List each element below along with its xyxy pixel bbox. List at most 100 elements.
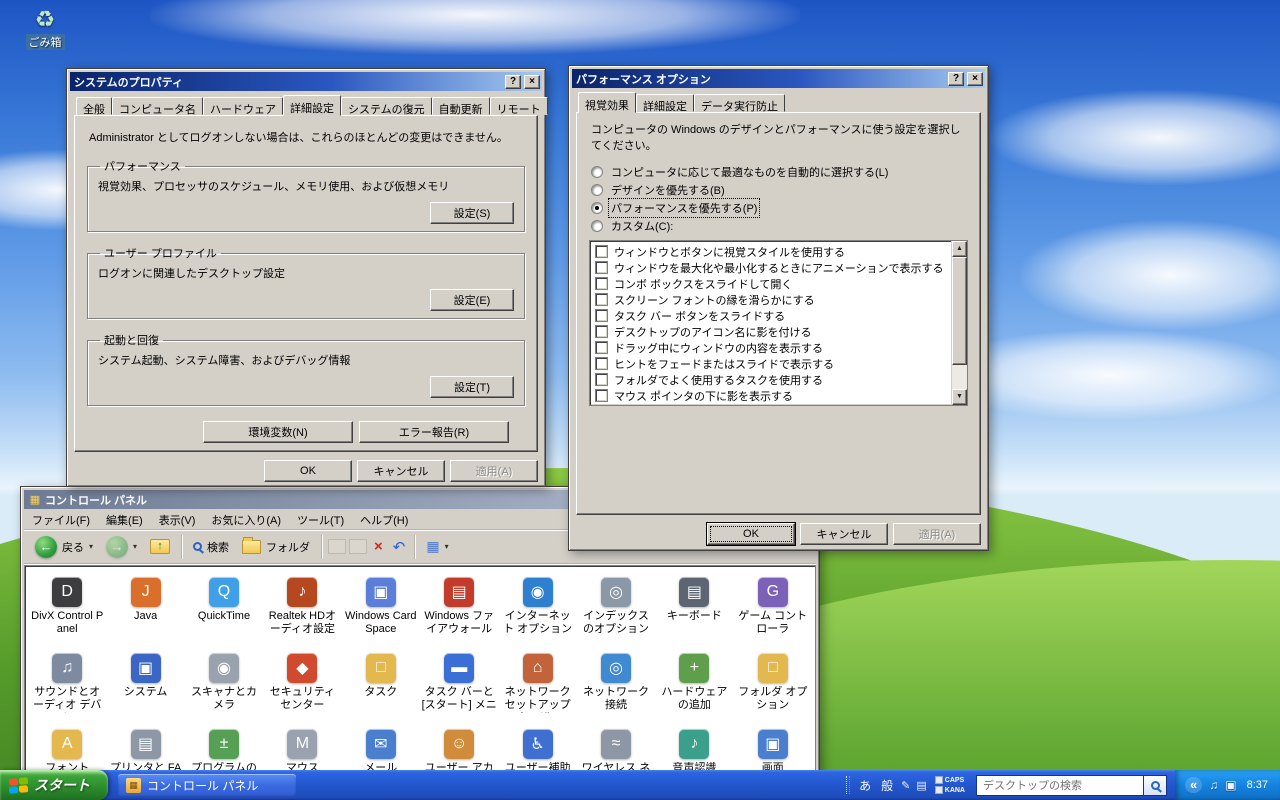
radio-option-0[interactable]: コンピュータに応じて最適なものを自動的に選択する(L) (589, 163, 968, 181)
perf-tab-2[interactable]: データ実行防止 (694, 94, 785, 113)
cp-item-indexing-options[interactable]: ◎ インデックスのオプション (577, 571, 655, 647)
cp-item-add-remove-programs[interactable]: ±プログラムの追 (185, 723, 263, 773)
checkbox-icon[interactable] (595, 309, 608, 323)
effect-item-4[interactable]: タスク バー ボタンをスライドする (590, 308, 951, 324)
effect-item-7[interactable]: ヒントをフェードまたはスライドで表示する (590, 356, 951, 372)
taskbar-task-control-panel[interactable]: ▦ コントロール パネル (118, 773, 296, 797)
effect-item-8[interactable]: フォルダでよく使用するタスクを使用する (590, 372, 951, 388)
checkbox-icon[interactable] (595, 389, 608, 403)
performance-options-titlebar[interactable]: パフォーマンス オプション ? × (572, 69, 985, 88)
sysprops-tab-3[interactable]: 詳細設定 (283, 95, 341, 116)
hide-icons-chevron[interactable]: « (1185, 777, 1203, 793)
cp-item-printers-fax[interactable]: ▤プリンタと FAX (106, 723, 184, 773)
sysprops-tab-2[interactable]: ハードウェア (203, 97, 283, 116)
language-bar-grip[interactable] (846, 776, 851, 794)
sysprops-tab-4[interactable]: システムの復元 (341, 97, 432, 116)
cp-item-divx[interactable]: D DivX Control Panel (28, 571, 106, 647)
effect-item-3[interactable]: スクリーン フォントの縁を滑らかにする (590, 292, 951, 308)
perf-tab-0[interactable]: 視覚効果 (578, 92, 636, 113)
effect-item-0[interactable]: ウィンドウとボタンに視覚スタイルを使用する (590, 244, 951, 260)
cp-item-firewall[interactable]: ▤ Windows ファイアウォール (420, 571, 498, 647)
cancel-button[interactable]: キャンセル (800, 523, 888, 545)
checkbox-icon[interactable] (595, 277, 608, 291)
cp-item-sound-audio[interactable]: ♫ サウンドとオーディオ デバイス (28, 647, 106, 723)
cp-item-display[interactable]: ▣ 画面 (734, 723, 812, 773)
menu-item-1[interactable]: 編集(E) (98, 509, 151, 531)
cp-item-cardspace[interactable]: ▣ Windows CardSpace (342, 571, 420, 647)
checkbox-icon[interactable] (595, 341, 608, 355)
perf-tab-1[interactable]: 詳細設定 (636, 94, 694, 113)
radio-option-3[interactable]: カスタム(C): (589, 217, 968, 235)
folders-button[interactable]: フォルダ (237, 536, 315, 557)
views-button[interactable]: ▦ ▾ (421, 536, 453, 557)
settings-button-1[interactable]: 設定(E) (430, 289, 514, 311)
error-reporting-button[interactable]: エラー報告(R) (359, 421, 509, 443)
ok-button[interactable]: OK (707, 523, 795, 545)
move-to-folder-icon[interactable] (328, 539, 347, 554)
checkbox-icon[interactable] (595, 293, 608, 307)
desktop-search-go-button[interactable] (1144, 774, 1167, 796)
start-button[interactable]: スタート (0, 770, 108, 800)
checkbox-icon[interactable] (595, 261, 608, 275)
caps-indicator[interactable]: CAPS (935, 776, 965, 784)
cp-item-folder-options[interactable]: □ フォルダ オプション (734, 647, 812, 723)
up-button[interactable]: ↑ (145, 537, 175, 556)
checkbox-icon[interactable] (595, 245, 608, 259)
apply-button[interactable]: 適用(A) (893, 523, 981, 545)
menu-item-5[interactable]: ヘルプ(H) (352, 509, 416, 531)
delete-icon[interactable]: × (370, 538, 387, 555)
effect-item-1[interactable]: ウィンドウを最大化や最小化するときにアニメーションで表示する (590, 260, 951, 276)
effect-item-5[interactable]: デスクトップのアイコン名に影を付ける (590, 324, 951, 340)
undo-icon[interactable]: ↶ (390, 538, 409, 556)
cp-item-mouse[interactable]: M マウス (263, 723, 341, 773)
cp-item-quicktime[interactable]: Q QuickTime (185, 571, 263, 647)
cp-item-realtek-audio[interactable]: ♪ Realtek HDオーディオ設定 (263, 571, 341, 647)
ime-input-mode-button[interactable]: あ (855, 776, 875, 795)
cp-item-internet-options[interactable]: ◉ インターネット オプション (498, 571, 576, 647)
ok-button[interactable]: OK (264, 460, 352, 482)
cp-item-network-connections[interactable]: ◎ ネットワーク接続 (577, 647, 655, 723)
display-tray-icon[interactable]: ▣ (1225, 778, 1236, 792)
back-button[interactable]: ← 戻る ▾ (30, 534, 98, 560)
scroll-track[interactable] (952, 365, 967, 389)
cp-item-mail[interactable]: ✉ メール (342, 723, 420, 773)
checkbox-icon[interactable] (595, 373, 608, 387)
search-button[interactable]: 検索 (188, 537, 234, 557)
radio-option-2[interactable]: パフォーマンスを優先する(P) (589, 197, 968, 218)
cp-item-game-controller[interactable]: G ゲーム コントローラ (734, 571, 812, 647)
kana-indicator[interactable]: KANA (935, 786, 965, 794)
sysprops-tab-1[interactable]: コンピュータ名 (112, 97, 203, 116)
copy-to-folder-icon[interactable] (349, 539, 368, 554)
volume-icon[interactable]: ♫ (1209, 778, 1218, 792)
desktop-search-box[interactable]: デスクトップの検索 (976, 774, 1144, 796)
ime-conversion-mode-button[interactable]: 般 (877, 776, 897, 795)
help-button[interactable]: ? (505, 74, 521, 89)
sysprops-tab-6[interactable]: リモート (489, 97, 548, 116)
cp-item-java[interactable]: J Java (106, 571, 184, 647)
effect-item-6[interactable]: ドラッグ中にウィンドウの内容を表示する (590, 340, 951, 356)
cp-item-security-center[interactable]: ◆ セキュリティ センター (263, 647, 341, 723)
apply-button[interactable]: 適用(A) (450, 460, 538, 482)
radio-option-1[interactable]: デザインを優先する(B) (589, 181, 968, 199)
cp-item-system[interactable]: ▣ システム (106, 647, 184, 723)
menu-item-2[interactable]: 表示(V) (151, 509, 204, 531)
settings-button-2[interactable]: 設定(T) (430, 376, 514, 398)
menu-item-3[interactable]: お気に入り(A) (203, 509, 289, 531)
forward-dropdown-icon[interactable]: ▾ (133, 542, 137, 551)
scroll-down-button[interactable]: ▼ (952, 388, 967, 405)
effect-item-9[interactable]: マウス ポインタの下に影を表示する (590, 388, 951, 404)
cp-item-speech-recognition[interactable]: ♪ 音声認識 (655, 723, 733, 773)
checkbox-icon[interactable] (595, 357, 608, 371)
cp-item-scanner-camera[interactable]: ◉ スキャナとカメラ (185, 647, 263, 723)
menu-item-4[interactable]: ツール(T) (289, 509, 352, 531)
cp-item-user-accounts[interactable]: ☺ユーザー アカウ (420, 723, 498, 773)
scroll-up-button[interactable]: ▲ (952, 240, 967, 257)
effect-item-2[interactable]: コンボ ボックスをスライドして開く (590, 276, 951, 292)
settings-button-0[interactable]: 設定(S) (430, 202, 514, 224)
scrollbar[interactable]: ▲ ▼ (951, 240, 967, 405)
environment-variables-button[interactable]: 環境変数(N) (203, 421, 353, 443)
cancel-button[interactable]: キャンセル (357, 460, 445, 482)
sysprops-tab-5[interactable]: 自動更新 (431, 97, 490, 116)
checkbox-icon[interactable] (595, 325, 608, 339)
cp-item-add-hardware[interactable]: + ハードウェアの追加 (655, 647, 733, 723)
